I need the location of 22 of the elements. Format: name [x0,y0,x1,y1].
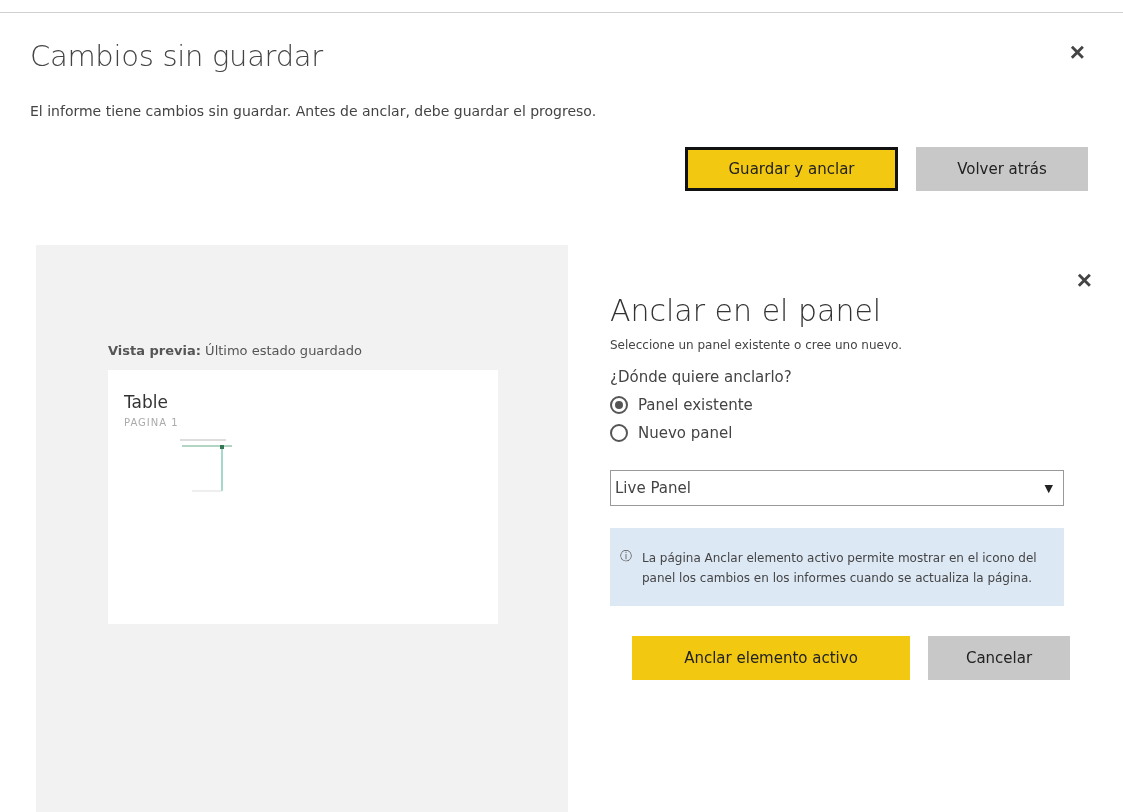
primary-button[interactable]: Anclar elemento activo [632,636,910,680]
secondary-button[interactable]: Cancelar [928,636,1070,680]
radio-icon[interactable] [610,424,628,442]
primary-button[interactable]: Guardar y anclar [685,147,898,191]
tile-subtitle: PAGINA 1 [124,417,180,428]
secondary-button[interactable]: Volver atrás [916,147,1088,191]
close-button[interactable]: × [1068,267,1100,293]
panel-title: Anclar en el panel [610,293,883,328]
info-text: La página Anclar elemento activo permite mostrar en el icono del panel los cambios en los informes cuando se actualiza la página. [642,550,1038,587]
radio-option[interactable]: Panel existente [610,396,1100,414]
close-button[interactable]: × [1061,39,1093,65]
panel-dropdown[interactable]: Live Panel ▼ [610,470,1064,506]
dialog-title: Cambios sin guardar [30,39,323,73]
dropdown-arrow-icon: ▼ [1044,481,1053,495]
question-label: ¿Dónde quiere anclarlo? [610,368,793,386]
info-icon: ⓘ [620,548,632,588]
preview-caption: Vista previa: Último estado guardado [108,343,363,358]
radio-option[interactable]: Nuevo panel [610,424,1100,442]
tile-title: Table [124,392,169,412]
panel-subtitle: Seleccione un panel existente o cree uno nuevo. [610,338,903,352]
radio-icon[interactable] [610,396,628,414]
dialog-message: El informe tiene cambios sin guardar. Antes de anclar, debe guardar el progreso. [30,103,598,119]
